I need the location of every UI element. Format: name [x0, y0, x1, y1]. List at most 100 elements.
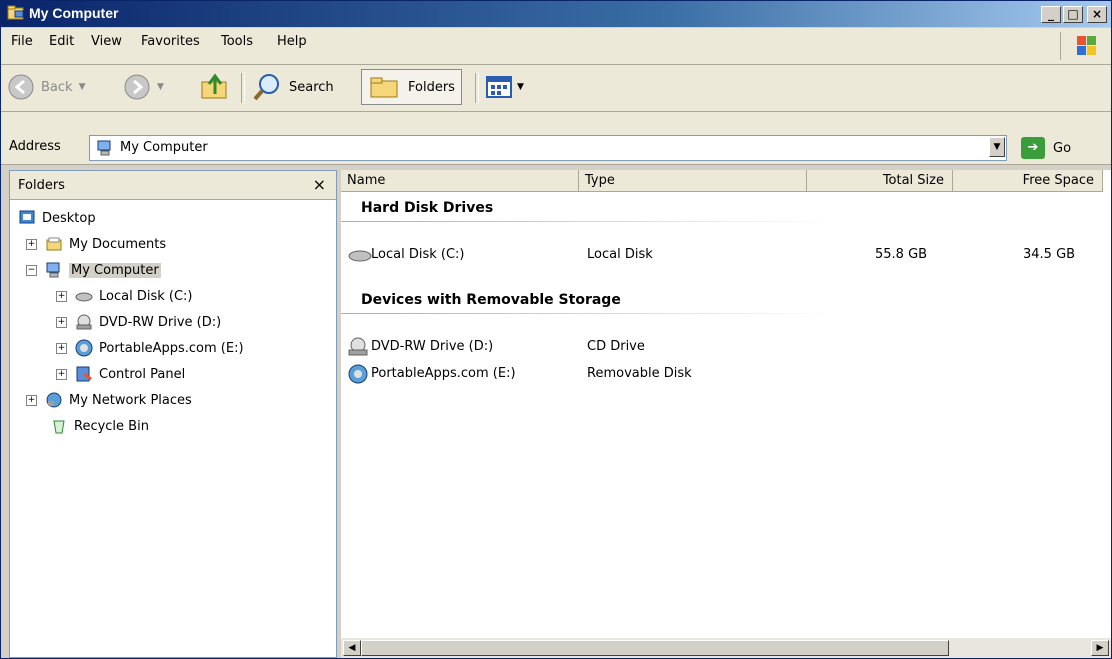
item-type: Removable Disk: [587, 366, 692, 381]
views-icon: [486, 76, 512, 98]
scroll-right-icon[interactable]: ▶: [1091, 640, 1109, 656]
menu-help[interactable]: Help: [277, 34, 307, 49]
tree-item-control-panel[interactable]: + Control Panel: [56, 363, 185, 385]
portable-icon: [75, 339, 93, 357]
toolbar-separator: [241, 73, 245, 103]
folders-pane-title: Folders: [18, 178, 65, 193]
back-arrow-icon: [8, 74, 34, 100]
explorer-window: My Computer _ □ × File Edit View Favorit…: [0, 0, 1112, 659]
item-name: DVD-RW Drive (D:): [371, 339, 494, 354]
item-free-space: 34.5 GB: [1023, 247, 1076, 262]
address-label: Address: [9, 139, 61, 154]
expand-icon[interactable]: +: [56, 368, 67, 380]
folders-icon: [370, 77, 398, 98]
computer-icon: [97, 140, 111, 156]
window-title: My Computer: [29, 5, 119, 21]
tree-item-my-computer[interactable]: − My Computer: [26, 259, 161, 281]
group-divider: [341, 313, 835, 314]
address-bar: Address My Computer ▼ ➔ Go: [1, 132, 1111, 165]
folders-pane-header: Folders ×: [10, 171, 336, 200]
back-dropdown-icon[interactable]: ▼: [79, 82, 86, 92]
desktop-icon: [19, 210, 35, 224]
recycle-bin-icon: [53, 420, 65, 434]
minimize-button[interactable]: _: [1041, 6, 1061, 23]
close-button[interactable]: ×: [1087, 6, 1107, 23]
portable-icon: [348, 364, 368, 384]
go-arrow-icon: ➔: [1021, 137, 1045, 159]
forward-button[interactable]: ▼: [123, 69, 164, 105]
expand-icon[interactable]: +: [56, 316, 67, 328]
tree-item-recycle-bin[interactable]: Recycle Bin: [50, 415, 149, 437]
network-icon: [46, 392, 62, 408]
forward-dropdown-icon[interactable]: ▼: [157, 82, 164, 92]
column-header-name[interactable]: Name: [341, 170, 579, 192]
menu-tools[interactable]: Tools: [221, 34, 253, 49]
go-label: Go: [1053, 141, 1072, 156]
back-label: Back: [41, 79, 73, 95]
search-button[interactable]: Search: [251, 69, 334, 105]
tree-item-my-documents[interactable]: + My Documents: [26, 233, 166, 255]
column-header-total-size[interactable]: Total Size: [807, 170, 953, 192]
collapse-icon[interactable]: −: [26, 264, 37, 276]
go-button[interactable]: ➔ Go: [1013, 135, 1105, 161]
group-divider: [341, 221, 835, 222]
title-bar[interactable]: My Computer _ □ ×: [1, 1, 1111, 27]
windows-logo-icon: [1060, 32, 1096, 60]
forward-arrow-icon: [124, 74, 150, 100]
scroll-left-icon[interactable]: ◀: [343, 640, 361, 656]
toolbar: Back ▼ ▼ Search Folders ▼: [1, 65, 1111, 112]
folders-label: Folders: [408, 79, 455, 95]
computer-icon: [46, 262, 60, 278]
expand-icon[interactable]: +: [26, 238, 37, 250]
column-header-free-space[interactable]: Free Space: [953, 170, 1103, 192]
item-type: CD Drive: [587, 339, 645, 354]
address-dropdown-icon[interactable]: ▼: [989, 137, 1005, 157]
toolbar-gap: [1, 112, 1111, 132]
drive-icon: [348, 250, 372, 262]
tree-item-portableapps[interactable]: + PortableApps.com (E:): [56, 337, 244, 359]
item-name: Local Disk (C:): [371, 247, 465, 262]
menu-edit[interactable]: Edit: [49, 34, 74, 49]
control-panel-icon: [76, 366, 92, 382]
dvd-icon: [348, 337, 368, 356]
menu-bar: File Edit View Favorites Tools Help: [1, 28, 1111, 65]
tree-item-desktop[interactable]: Desktop: [18, 207, 96, 229]
horizontal-scrollbar[interactable]: ◀ ▶: [341, 638, 1111, 658]
menu-favorites[interactable]: Favorites: [141, 34, 200, 49]
search-label: Search: [289, 79, 334, 95]
expand-icon[interactable]: +: [56, 290, 67, 302]
views-button[interactable]: ▼: [485, 69, 524, 105]
toolbar-separator: [475, 73, 479, 103]
up-folder-button[interactable]: [199, 69, 231, 105]
group-title-removable: Devices with Removable Storage: [361, 292, 621, 308]
tree-item-local-disk[interactable]: + Local Disk (C:): [56, 285, 192, 307]
menu-file[interactable]: File: [11, 34, 33, 49]
search-icon: [253, 74, 279, 101]
list-item[interactable]: DVD-RW Drive (D:) CD Drive: [347, 336, 1107, 358]
close-pane-icon[interactable]: ×: [313, 175, 326, 194]
back-button[interactable]: Back ▼: [7, 69, 85, 105]
tree-item-network-places[interactable]: + My Network Places: [26, 389, 192, 411]
scroll-thumb[interactable]: [361, 640, 949, 656]
maximize-button[interactable]: □: [1063, 6, 1083, 23]
menu-view[interactable]: View: [91, 34, 122, 49]
views-dropdown-icon[interactable]: ▼: [517, 82, 524, 92]
folder-icon: [46, 237, 62, 251]
folder-computer-icon: [7, 5, 24, 20]
dvd-icon: [76, 314, 92, 330]
column-header-type[interactable]: Type: [579, 170, 807, 192]
up-folder-icon: [201, 73, 227, 99]
expand-icon[interactable]: +: [26, 394, 37, 406]
address-field[interactable]: My Computer ▼: [89, 135, 1007, 161]
item-name: PortableApps.com (E:): [371, 366, 516, 381]
expand-icon[interactable]: +: [56, 342, 67, 354]
address-value: My Computer: [120, 140, 208, 155]
list-item[interactable]: PortableApps.com (E:) Removable Disk: [347, 363, 1107, 385]
drive-icon: [75, 292, 93, 302]
list-item[interactable]: Local Disk (C:) Local Disk 55.8 GB 34.5 …: [347, 244, 1107, 266]
folders-button[interactable]: Folders: [361, 69, 462, 105]
tree-item-dvd-drive[interactable]: + DVD-RW Drive (D:): [56, 311, 221, 333]
item-total-size: 55.8 GB: [875, 247, 928, 262]
item-type: Local Disk: [587, 247, 653, 262]
file-list-pane: Name Type Total Size Free Space Hard Dis…: [341, 170, 1111, 658]
